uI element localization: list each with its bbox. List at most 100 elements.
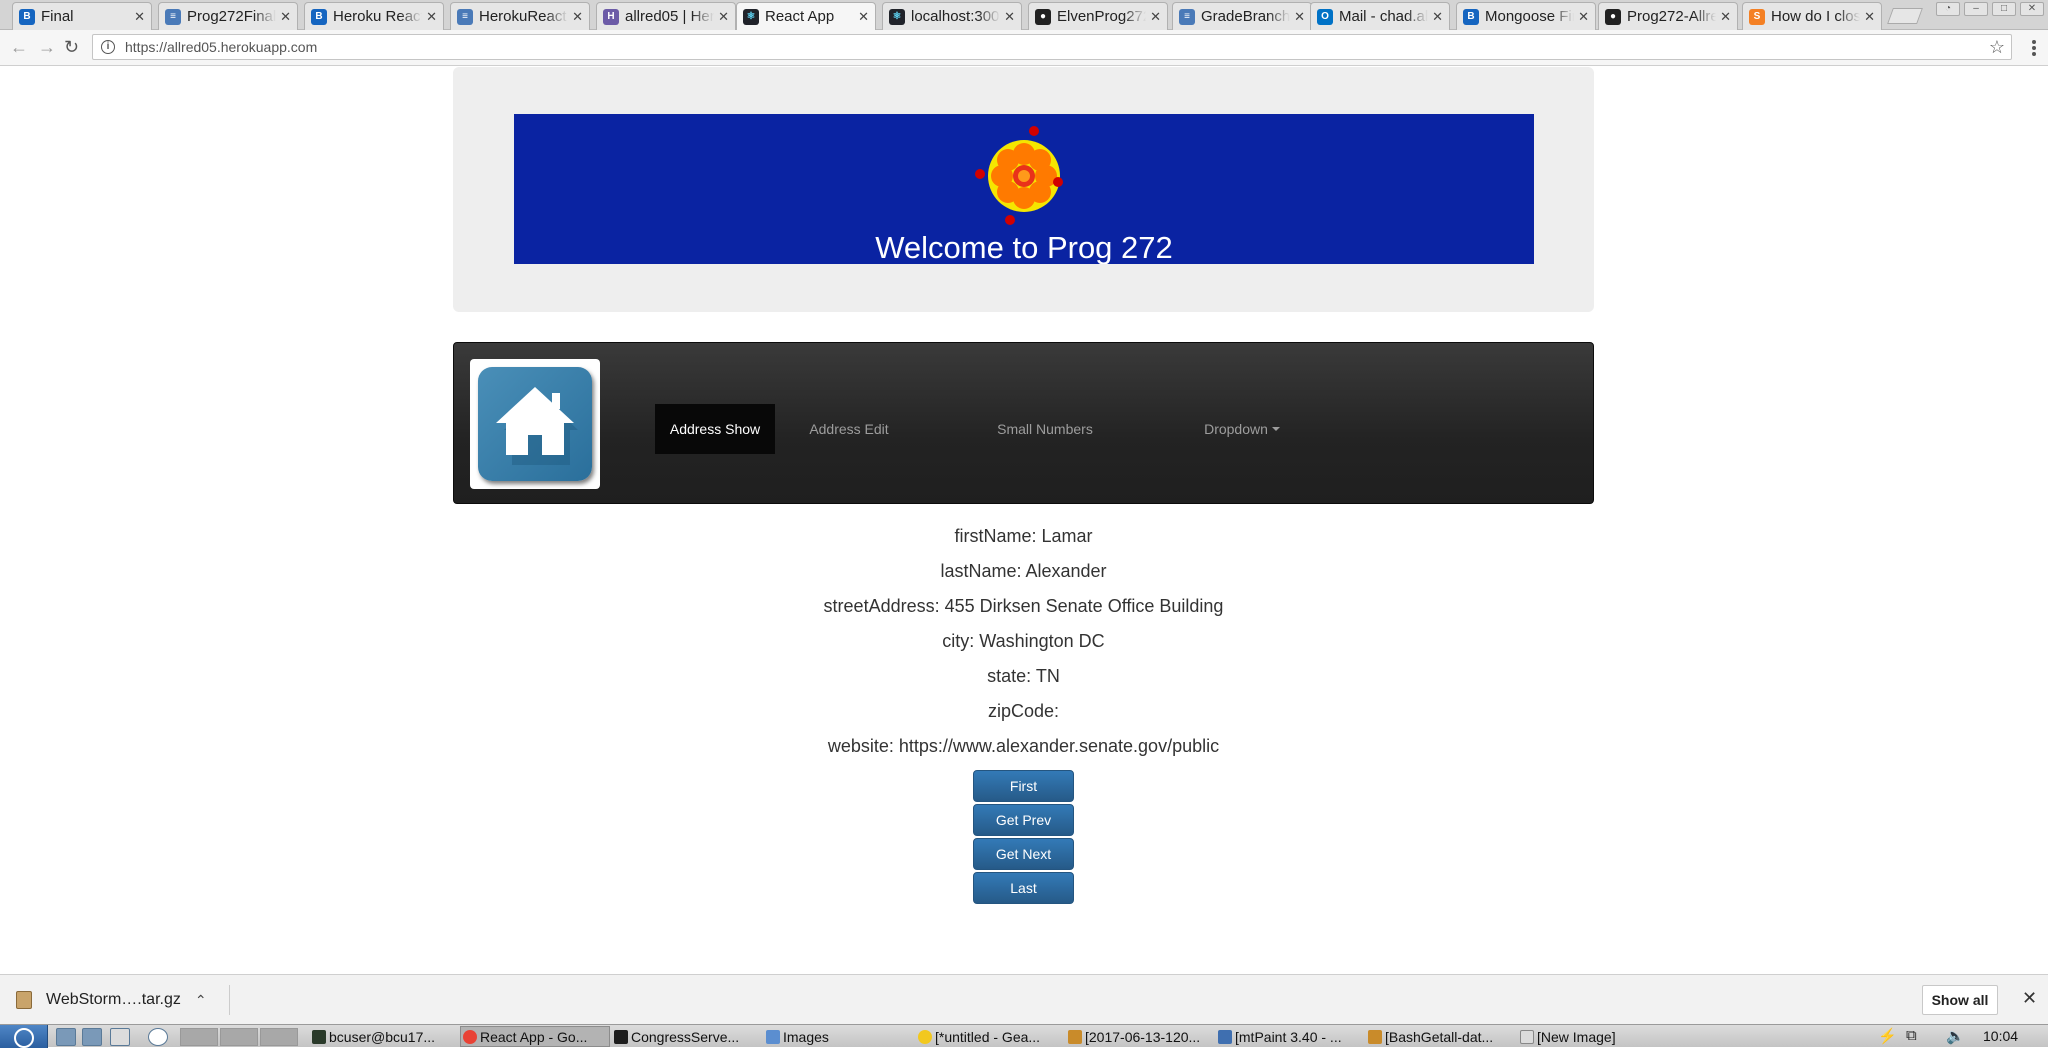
reload-icon[interactable]: ↻ bbox=[64, 38, 79, 56]
address-bar[interactable]: i ☆ bbox=[92, 34, 2012, 60]
close-download-bar-icon[interactable]: ✕ bbox=[2022, 988, 2037, 1009]
close-tab-icon[interactable]: ✕ bbox=[718, 9, 729, 25]
first-button[interactable]: First bbox=[973, 770, 1074, 802]
browser-tab[interactable]: H allred05 | Heroku ✕ bbox=[596, 2, 736, 30]
close-tab-icon[interactable]: ✕ bbox=[280, 9, 291, 25]
close-tab-icon[interactable]: ✕ bbox=[1578, 9, 1589, 25]
workspace-1[interactable] bbox=[180, 1028, 218, 1046]
download-filename: WebStorm….tar.gz bbox=[46, 991, 181, 1008]
nav-small-numbers[interactable]: Small Numbers bbox=[980, 404, 1110, 454]
get-next-button[interactable]: Get Next bbox=[973, 838, 1074, 870]
welcome-banner: Welcome to Prog 272 bbox=[514, 114, 1534, 264]
folder-icon bbox=[766, 1029, 780, 1044]
taskbar-task[interactable]: CongressServe... bbox=[612, 1026, 762, 1047]
browser-tab[interactable]: O Mail - chad.allred ✕ bbox=[1310, 2, 1450, 30]
taskbar-task[interactable]: [New Image] bbox=[1518, 1026, 1668, 1047]
browser-tab[interactable]: ⚛ localhost:3000 ✕ bbox=[882, 2, 1022, 30]
browser-tab[interactable]: B Mongoose Find ✕ bbox=[1456, 2, 1596, 30]
page-title: Welcome to Prog 272 bbox=[875, 230, 1173, 264]
start-menu-button[interactable] bbox=[0, 1025, 48, 1048]
get-prev-button[interactable]: Get Prev bbox=[973, 804, 1074, 836]
stackoverflow-favicon-icon: S bbox=[1749, 8, 1765, 25]
chrome-launcher-icon[interactable] bbox=[148, 1028, 168, 1046]
task-label: CongressServe... bbox=[631, 1028, 740, 1045]
close-tab-icon[interactable]: ✕ bbox=[1150, 9, 1161, 25]
home-brand-link[interactable] bbox=[470, 359, 600, 489]
close-tab-icon[interactable]: ✕ bbox=[1432, 9, 1443, 25]
clock[interactable]: 10:04 bbox=[1983, 1028, 2018, 1044]
taskbar-task[interactable]: Images bbox=[764, 1026, 914, 1047]
network-icon[interactable] bbox=[82, 1028, 102, 1046]
download-item[interactable]: WebStorm….tar.gz ⌃ bbox=[16, 987, 207, 1013]
forward-arrow-icon[interactable]: → bbox=[38, 38, 56, 56]
workspace-3[interactable] bbox=[260, 1028, 298, 1046]
workspace-2[interactable] bbox=[220, 1028, 258, 1046]
last-button[interactable]: Last bbox=[973, 872, 1074, 904]
tab-title: Heroku React bbox=[333, 8, 423, 25]
caret-down-icon bbox=[1271, 427, 1280, 431]
minimize-button[interactable]: – bbox=[1964, 2, 1988, 16]
taskbar-task-active[interactable]: React App - Go... bbox=[460, 1026, 610, 1047]
browser-tab-active[interactable]: ⚛ React App ✕ bbox=[736, 2, 876, 30]
taskbar-task[interactable]: [*untitled - Gea... bbox=[916, 1026, 1066, 1047]
chevron-up-icon[interactable]: ⌃ bbox=[195, 992, 207, 1009]
tab-title: React App bbox=[765, 8, 835, 25]
zip-code-field: zipCode: bbox=[987, 701, 1060, 721]
task-label: [BashGetall-dat... bbox=[1385, 1028, 1494, 1045]
browser-tab[interactable]: ● ElvenProg272 ✕ bbox=[1028, 2, 1168, 30]
image-icon bbox=[1068, 1029, 1082, 1044]
network-status-icon[interactable]: ⧉ bbox=[1906, 1027, 1917, 1044]
taskbar-task[interactable]: [mtPaint 3.40 - ... bbox=[1216, 1026, 1366, 1047]
archive-file-icon bbox=[16, 991, 32, 1009]
divider bbox=[229, 985, 230, 1015]
window-icon[interactable] bbox=[110, 1028, 130, 1046]
browser-tab[interactable]: B Heroku React ✕ bbox=[304, 2, 444, 30]
close-tab-icon[interactable]: ✕ bbox=[426, 9, 437, 25]
browser-tab[interactable]: ≡ Prog272Final ✕ bbox=[158, 2, 298, 30]
doc-favicon-icon: ≡ bbox=[457, 8, 473, 25]
close-tab-icon[interactable]: ✕ bbox=[1294, 9, 1305, 25]
close-tab-icon[interactable]: ✕ bbox=[1864, 9, 1875, 25]
back-arrow-icon[interactable]: ← bbox=[10, 38, 28, 56]
close-tab-icon[interactable]: ✕ bbox=[572, 9, 583, 25]
task-label: [*untitled - Gea... bbox=[935, 1028, 1041, 1045]
nav-dropdown[interactable]: Dropdown bbox=[1182, 404, 1302, 454]
outlook-favicon-icon: O bbox=[1317, 8, 1333, 25]
taskbar-task[interactable]: [2017-06-13-120... bbox=[1066, 1026, 1216, 1047]
tab-title: Prog272-Allred bbox=[1627, 8, 1716, 25]
browser-tab[interactable]: ≡ HerokuReact ✕ bbox=[450, 2, 590, 30]
taskbar-task[interactable]: [BashGetall-dat... bbox=[1366, 1026, 1516, 1047]
url-input[interactable] bbox=[123, 38, 1989, 56]
power-icon[interactable]: ⚡ bbox=[1878, 1027, 1897, 1045]
browser-tab[interactable]: B Final ✕ bbox=[12, 2, 152, 30]
heroku-favicon-icon: H bbox=[603, 8, 619, 25]
nav-address-show[interactable]: Address Show bbox=[655, 404, 775, 454]
volume-icon[interactable]: 🔈 bbox=[1946, 1027, 1965, 1045]
tab-title: Mongoose Find bbox=[1485, 8, 1574, 25]
taskbar-task[interactable]: bcuser@bcu17... bbox=[310, 1026, 460, 1047]
browser-tab[interactable]: ● Prog272-Allred ✕ bbox=[1598, 2, 1738, 30]
maximize-button[interactable]: □ bbox=[1992, 2, 2016, 16]
task-label: Images bbox=[783, 1028, 829, 1045]
close-tab-icon[interactable]: ✕ bbox=[858, 9, 869, 25]
profile-icon[interactable]: ◔ bbox=[1936, 2, 1960, 16]
b-favicon-icon: B bbox=[1463, 8, 1479, 25]
main-navbar: Address Show Address Edit Small Numbers … bbox=[453, 342, 1594, 504]
new-tab-button[interactable] bbox=[1887, 8, 1923, 24]
react-favicon-icon: ⚛ bbox=[743, 8, 759, 25]
file-manager-icon[interactable] bbox=[56, 1028, 76, 1046]
close-window-button[interactable]: ✕ bbox=[2020, 2, 2044, 16]
browser-tab[interactable]: ≡ GradeBranch ✕ bbox=[1172, 2, 1312, 30]
nav-address-edit[interactable]: Address Edit bbox=[789, 404, 909, 454]
task-label: bcuser@bcu17... bbox=[329, 1028, 436, 1045]
browser-tab[interactable]: S How do I close ✕ bbox=[1742, 2, 1882, 30]
close-tab-icon[interactable]: ✕ bbox=[1004, 9, 1015, 25]
browser-menu-icon[interactable] bbox=[2032, 40, 2036, 56]
bookmark-star-icon[interactable]: ☆ bbox=[1989, 37, 2005, 58]
close-tab-icon[interactable]: ✕ bbox=[1720, 9, 1731, 25]
image-icon bbox=[1368, 1029, 1382, 1044]
close-tab-icon[interactable]: ✕ bbox=[134, 9, 145, 25]
site-info-icon[interactable]: i bbox=[101, 40, 115, 54]
dropdown-label: Dropdown bbox=[1204, 421, 1268, 437]
show-all-button[interactable]: Show all bbox=[1922, 985, 1998, 1015]
